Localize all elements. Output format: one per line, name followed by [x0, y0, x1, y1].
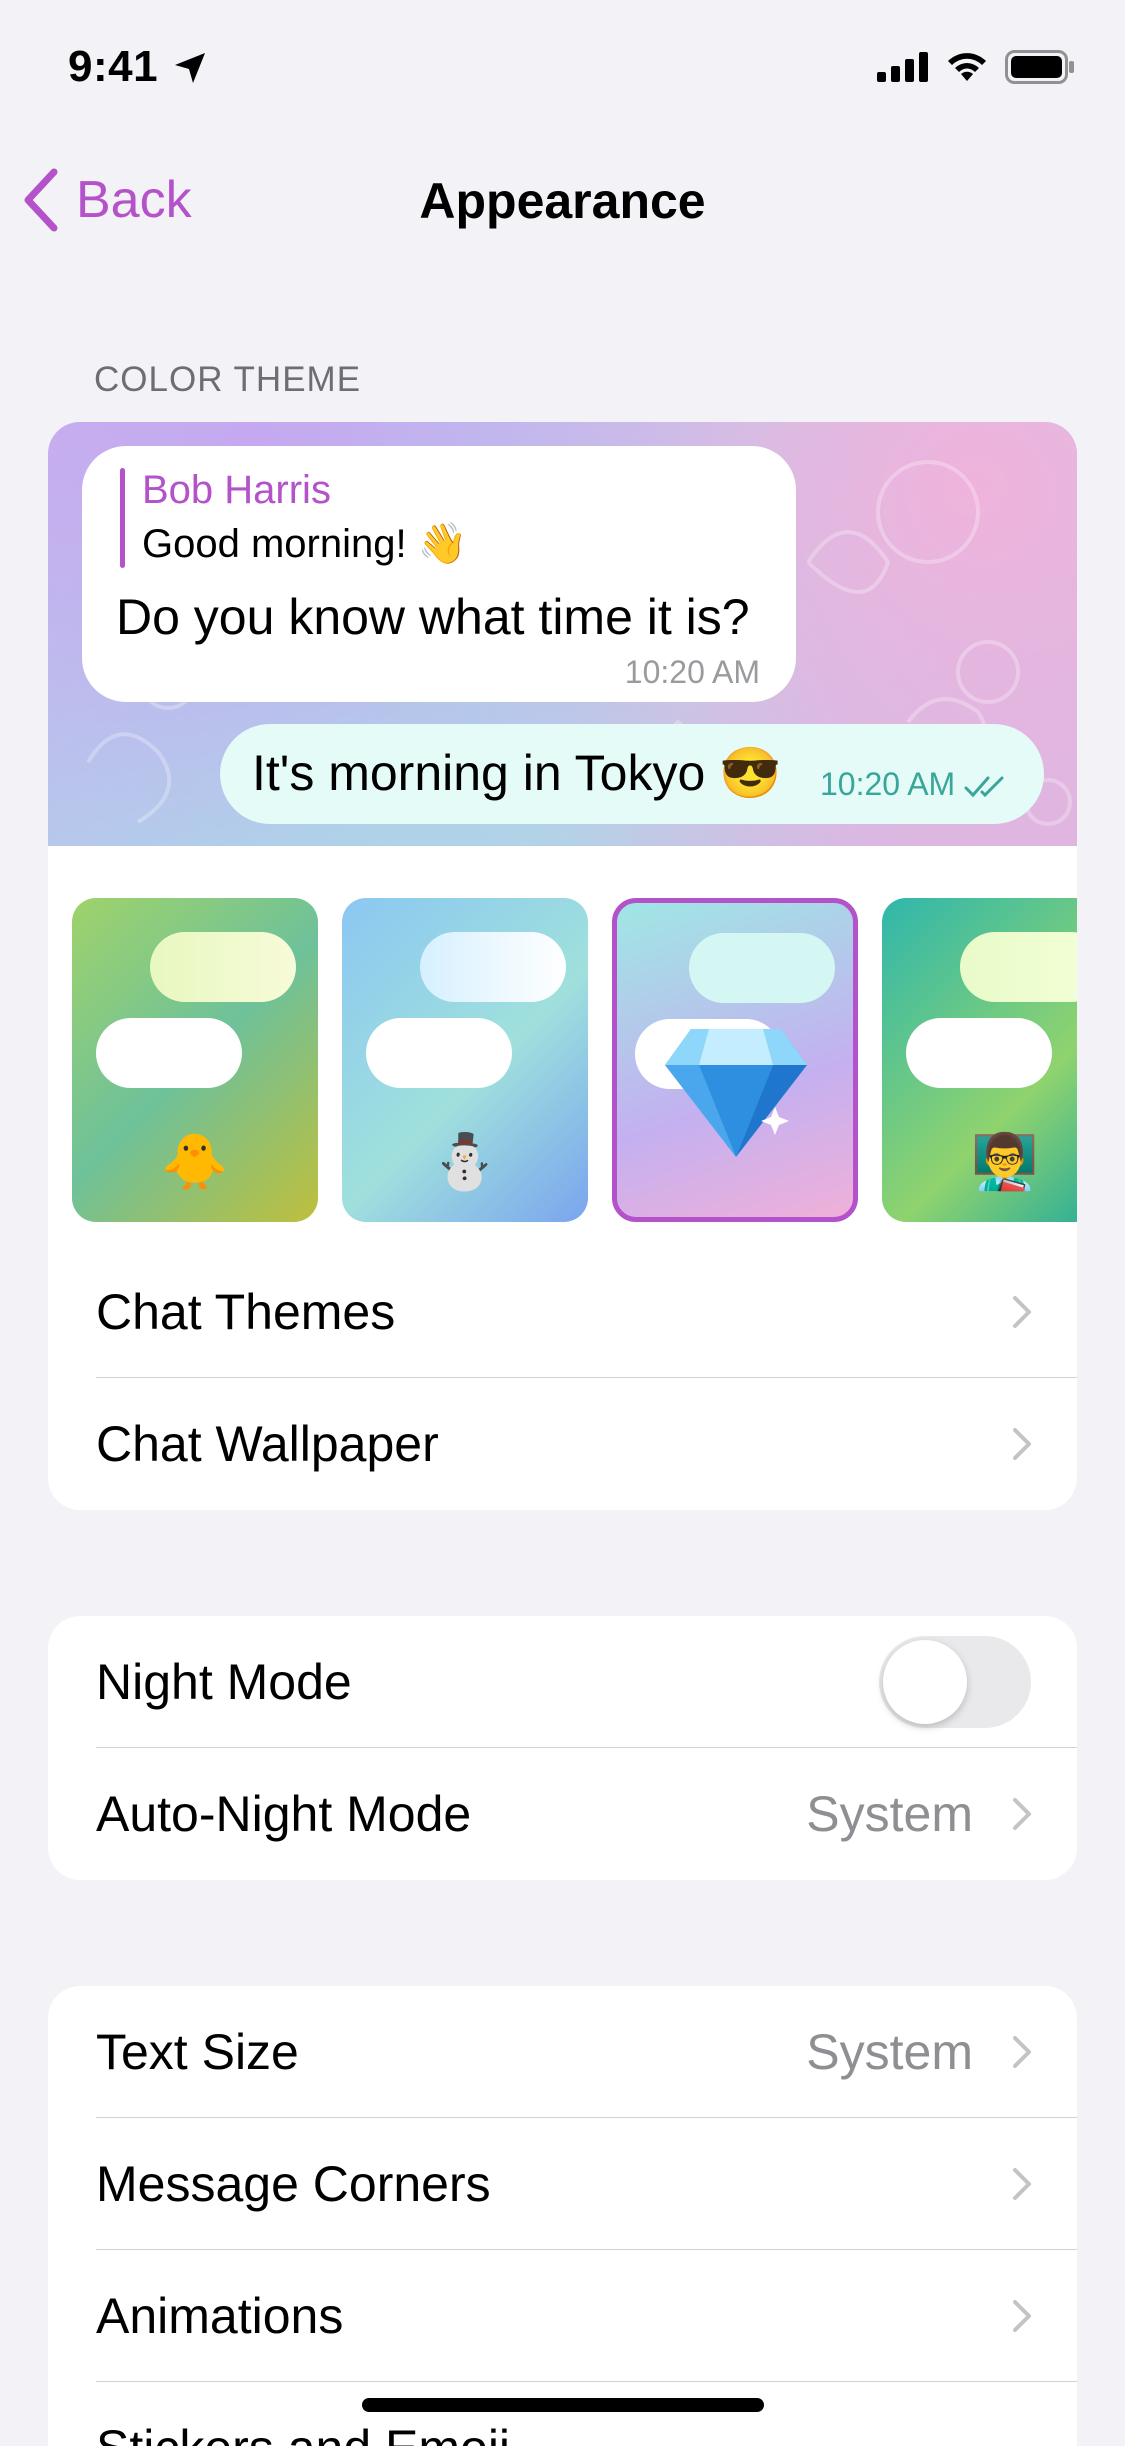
- chevron-right-icon: [1013, 2300, 1031, 2332]
- gem-icon: [665, 1029, 807, 1157]
- text-size-row[interactable]: Text Size System: [48, 1986, 1077, 2118]
- home-indicator[interactable]: [362, 2398, 764, 2412]
- section-header-color-theme: COLOR THEME: [94, 360, 362, 399]
- battery-icon: [1005, 50, 1074, 84]
- cellular-signal-icon: [877, 52, 928, 82]
- theme-swatch-bubble-out: [420, 932, 566, 1002]
- chat-themes-label: Chat Themes: [96, 1284, 396, 1340]
- theme-option-snowman[interactable]: ⛄: [342, 898, 588, 1222]
- chevron-right-icon: [1013, 2036, 1031, 2068]
- animations-label: Animations: [96, 2288, 344, 2344]
- auto-night-mode-value: System: [806, 1786, 973, 1842]
- reply-quoted-text: Good morning! 👋: [142, 522, 468, 566]
- theme-preview: Bob Harris Good morning! 👋 Do you know w…: [48, 422, 1077, 846]
- theme-swatch-bubble-out: [150, 932, 296, 1002]
- display-settings-card: Text Size System Message Corners Animati…: [48, 1986, 1077, 2446]
- color-theme-card: Bob Harris Good morning! 👋 Do you know w…: [48, 422, 1077, 1510]
- theme-swatch-bubble-in: [906, 1018, 1052, 1088]
- chat-wallpaper-row[interactable]: Chat Wallpaper: [48, 1378, 1077, 1510]
- theme-swatch-bubble-out: [960, 932, 1077, 1002]
- message-corners-row[interactable]: Message Corners: [48, 2118, 1077, 2250]
- teacher-icon: 👨‍🏫: [971, 1132, 1039, 1192]
- snowman-icon: ⛄: [431, 1132, 499, 1192]
- status-indicators: [877, 50, 1075, 84]
- auto-night-mode-row[interactable]: Auto-Night Mode System: [48, 1748, 1077, 1880]
- stickers-and-emoji-row[interactable]: Stickers and Emoji: [48, 2382, 1077, 2446]
- reply-sender-name: Bob Harris: [142, 468, 331, 512]
- theme-swatch-bubble-in: [366, 1018, 512, 1088]
- status-time: 9:41: [68, 42, 159, 91]
- chevron-right-icon: [1013, 1296, 1031, 1328]
- message-corners-label: Message Corners: [96, 2156, 491, 2212]
- reply-accent-bar: [120, 468, 125, 568]
- wifi-icon: [948, 53, 986, 81]
- chevron-right-icon: [1013, 2168, 1031, 2200]
- stickers-and-emoji-label: Stickers and Emoji: [96, 2382, 510, 2446]
- chat-wallpaper-label: Chat Wallpaper: [96, 1416, 439, 1472]
- location-arrow-icon: [175, 53, 205, 83]
- animations-row[interactable]: Animations: [48, 2250, 1077, 2382]
- incoming-message-text: Do you know what time it is?: [116, 589, 750, 645]
- outgoing-message-time: 10:20 AM: [820, 766, 1010, 803]
- toggle-knob: [883, 1640, 967, 1724]
- theme-option-teacher[interactable]: 👨‍🏫: [882, 898, 1077, 1222]
- status-bar: 9:41: [0, 0, 1125, 140]
- chevron-right-icon: [1013, 1428, 1031, 1460]
- theme-swatch-bubble-in: [96, 1018, 242, 1088]
- night-mode-card: Night Mode Auto-Night Mode System: [48, 1616, 1077, 1880]
- night-mode-label: Night Mode: [96, 1654, 352, 1710]
- double-check-icon: [964, 776, 1004, 798]
- night-mode-row: Night Mode: [48, 1616, 1077, 1748]
- incoming-message-bubble: Bob Harris Good morning! 👋 Do you know w…: [82, 446, 796, 702]
- night-mode-toggle[interactable]: [879, 1636, 1031, 1728]
- navigation-bar: Back Appearance: [0, 150, 1125, 250]
- chat-themes-row[interactable]: Chat Themes: [48, 1246, 1077, 1378]
- theme-option-chick[interactable]: 🐥: [72, 898, 318, 1222]
- chevron-right-icon: [1013, 1798, 1031, 1830]
- page-title: Appearance: [419, 173, 706, 229]
- theme-picker: 🐥 ⛄ 👨‍🏫: [72, 898, 1077, 1228]
- outgoing-message-bubble: It's morning in Tokyo 😎 10:20 AM: [220, 724, 1044, 824]
- auto-night-mode-label: Auto-Night Mode: [96, 1786, 472, 1842]
- text-size-value: System: [806, 2024, 973, 2080]
- theme-option-diamond-selected[interactable]: [612, 898, 858, 1222]
- theme-swatch-bubble-out: [689, 933, 835, 1003]
- outgoing-message-text: It's morning in Tokyo 😎: [252, 745, 782, 801]
- chick-icon: 🐥: [161, 1132, 229, 1192]
- incoming-message-time: 10:20 AM: [624, 654, 760, 690]
- text-size-label: Text Size: [96, 2024, 299, 2080]
